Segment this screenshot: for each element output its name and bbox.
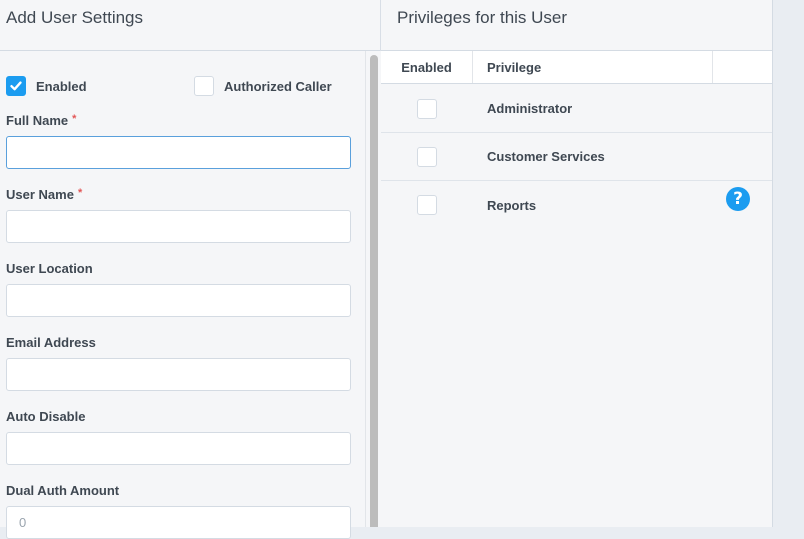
user-location-input[interactable]: [6, 284, 351, 317]
user-name-label: User Name *: [6, 187, 82, 202]
user-name-input[interactable]: [6, 210, 351, 243]
question-circle-icon[interactable]: ?: [726, 187, 750, 211]
dual-auth-amount-label: Dual Auth Amount: [6, 483, 120, 498]
form-scrollbar[interactable]: [366, 51, 381, 527]
full-name-label: Full Name *: [6, 113, 76, 128]
add-user-settings-panel: Add User Settings Enabled Authorized Cal…: [0, 0, 381, 539]
table-row: Customer Services: [381, 133, 772, 181]
panel-title: Add User Settings: [0, 0, 380, 51]
checkmark-icon: [10, 81, 22, 91]
email-address-input[interactable]: [6, 358, 351, 391]
email-address-label: Email Address: [6, 335, 96, 350]
authorized-caller-label: Authorized Caller: [224, 78, 332, 94]
privilege-name: Customer Services: [487, 149, 605, 164]
column-header-privilege[interactable]: Privilege: [473, 51, 713, 83]
customer-services-checkbox[interactable]: [417, 146, 437, 167]
full-name-input[interactable]: [6, 136, 351, 169]
auto-disable-input[interactable]: [6, 432, 351, 465]
panel-title: Privileges for this User: [381, 0, 772, 51]
full-name-label-text: Full Name: [6, 113, 69, 128]
enabled-cell: [381, 98, 473, 119]
privileges-table-header: Enabled Privilege: [381, 51, 772, 84]
table-row: Reports: [381, 181, 772, 229]
scrollbar-thumb[interactable]: [370, 55, 378, 527]
authorized-caller-checkbox[interactable]: [194, 76, 214, 96]
column-header-enabled[interactable]: Enabled: [381, 51, 473, 83]
reports-checkbox[interactable]: [417, 195, 437, 215]
required-marker: *: [72, 113, 77, 125]
auto-disable-label: Auto Disable: [6, 409, 86, 424]
required-marker: *: [77, 187, 83, 199]
enabled-checkbox-row[interactable]: Enabled: [6, 76, 87, 96]
enabled-cell: [381, 146, 473, 167]
authorized-caller-checkbox-row[interactable]: Authorized Caller: [194, 76, 332, 96]
dual-auth-amount-input[interactable]: [6, 506, 351, 539]
administrator-checkbox[interactable]: [417, 98, 437, 119]
enabled-checkbox[interactable]: [6, 76, 26, 96]
privileges-panel: Privileges for this User Enabled Privile…: [381, 0, 773, 527]
privilege-name: Reports: [487, 197, 537, 213]
enabled-cell: [381, 195, 473, 215]
table-row: Administrator: [381, 85, 772, 133]
column-header-extra: [713, 51, 772, 83]
user-location-label: User Location: [6, 261, 93, 276]
enabled-label: Enabled: [36, 78, 87, 94]
user-name-label-text: User Name: [6, 187, 74, 202]
privilege-name: Administrator: [487, 101, 573, 116]
